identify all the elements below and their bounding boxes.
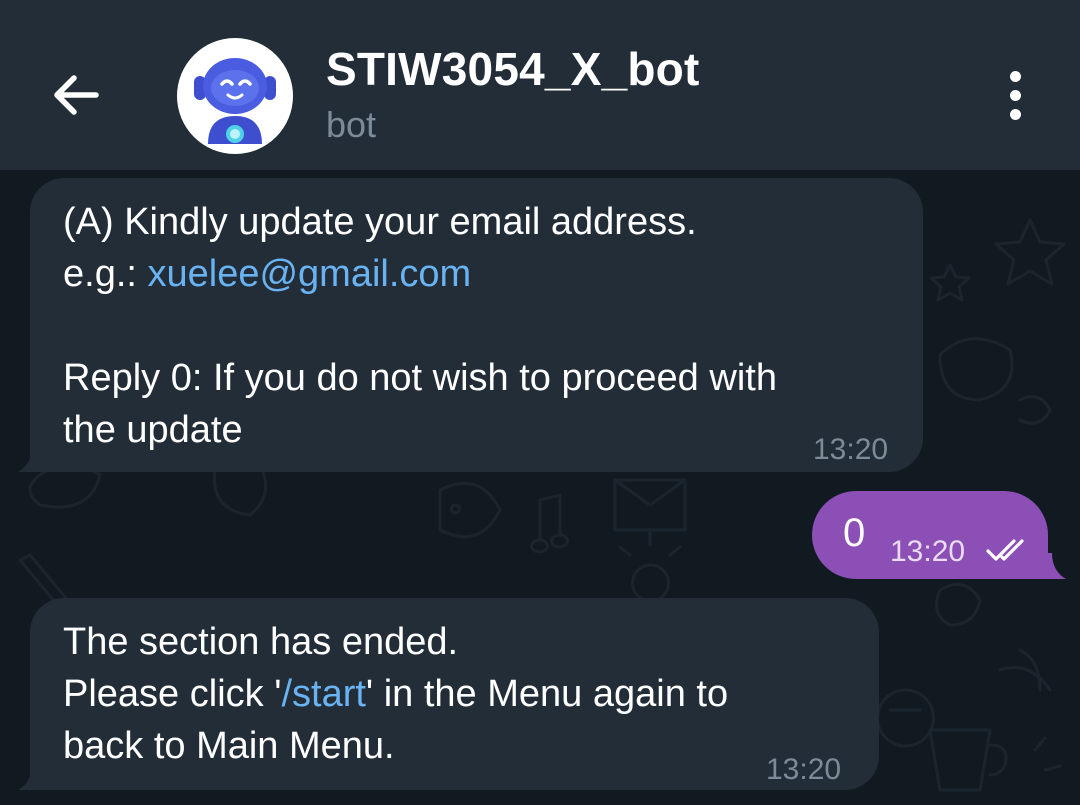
chat-header: STIW3054_X_bot bot bbox=[0, 0, 1080, 170]
bot-avatar[interactable] bbox=[177, 38, 293, 154]
message-outgoing[interactable]: 0 13:20 bbox=[812, 491, 1048, 579]
message-text: the update bbox=[63, 409, 243, 451]
double-check-icon bbox=[986, 539, 1024, 561]
more-options-button[interactable] bbox=[990, 64, 1040, 126]
robot-avatar-icon bbox=[194, 58, 276, 144]
message-incoming[interactable]: The section has ended. Please click '/st… bbox=[30, 598, 879, 790]
message-time: 13:20 bbox=[813, 433, 889, 466]
message-time: 13:20 bbox=[766, 753, 842, 786]
message-text: 0 bbox=[843, 511, 866, 555]
more-vertical-icon bbox=[1009, 70, 1021, 82]
back-button[interactable] bbox=[40, 62, 112, 128]
arrow-left-icon bbox=[54, 75, 99, 115]
chat-subtitle: bot bbox=[326, 104, 377, 145]
email-link[interactable]: xuelee@gmail.com bbox=[148, 253, 472, 295]
chat-title: STIW3054_X_bot bbox=[326, 43, 700, 95]
message-text: The section has ended. bbox=[63, 621, 459, 663]
message-text: (A) Kindly update your email address. bbox=[63, 201, 697, 243]
start-command-link[interactable]: /start bbox=[281, 673, 365, 715]
message-text: Reply 0: If you do not wish to proceed w… bbox=[63, 357, 777, 399]
message-text: back to Main Menu. bbox=[63, 725, 395, 767]
message-text: e.g.: xuelee@gmail.com bbox=[63, 253, 472, 295]
message-text: Please click '/start' in the Menu again … bbox=[63, 673, 729, 715]
message-time: 13:20 bbox=[890, 535, 966, 568]
message-incoming[interactable]: (A) Kindly update your email address. e.… bbox=[30, 178, 923, 472]
